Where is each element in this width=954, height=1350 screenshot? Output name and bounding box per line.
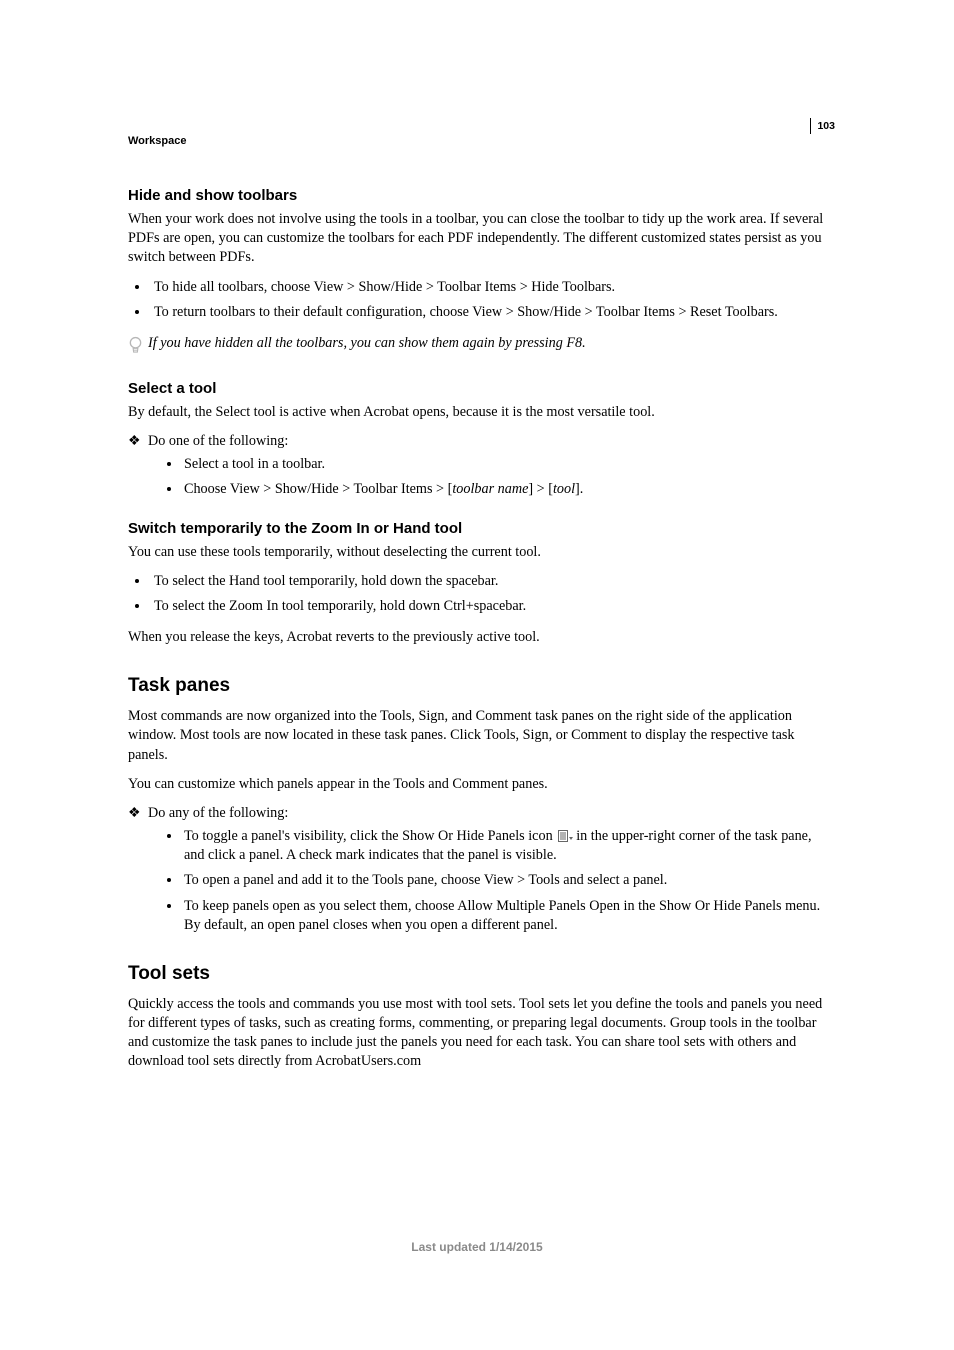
paragraph: When your work does not involve using th…	[128, 210, 829, 268]
list-item: Choose View > Show/Hide > Toolbar Items …	[182, 480, 829, 499]
list-item: To select the Zoom In tool temporarily, …	[150, 597, 829, 616]
list-item: To toggle a panel's visibility, click th…	[182, 827, 829, 865]
section-label: Workspace	[128, 135, 829, 147]
paragraph: By default, the Select tool is active wh…	[128, 403, 829, 422]
bullet-list: To hide all toolbars, choose View > Show…	[128, 278, 829, 322]
step-lead: ❖ Do one of the following:	[128, 432, 829, 451]
tip-row: If you have hidden all the toolbars, you…	[128, 334, 829, 360]
paragraph: You can customize which panels appear in…	[128, 775, 829, 794]
list-item: Select a tool in a toolbar.	[182, 455, 829, 474]
heading-switch-temp: Switch temporarily to the Zoom In or Han…	[128, 520, 829, 537]
paragraph: Most commands are now organized into the…	[128, 707, 829, 765]
text-italic: toolbar name	[452, 481, 528, 497]
bullet-list: To select the Hand tool temporarily, hol…	[128, 572, 829, 616]
diamond-bullet-icon: ❖	[128, 804, 148, 823]
text-run: Choose View > Show/Hide > Toolbar Items …	[184, 481, 452, 497]
show-hide-panels-icon	[558, 829, 574, 841]
footer-last-updated: Last updated 1/14/2015	[0, 1240, 954, 1254]
heading-tool-sets: Tool sets	[128, 963, 829, 985]
list-item: To open a panel and add it to the Tools …	[182, 871, 829, 890]
inner-list: Select a tool in a toolbar. Choose View …	[166, 455, 829, 499]
step-lead: ❖ Do any of the following:	[128, 804, 829, 823]
inner-list: To toggle a panel's visibility, click th…	[166, 827, 829, 935]
paragraph: When you release the keys, Acrobat rever…	[128, 628, 829, 647]
document-page: 103 Workspace Hide and show toolbars Whe…	[0, 0, 954, 1350]
text-run: To toggle a panel's visibility, click th…	[184, 828, 556, 844]
tip-text: If you have hidden all the toolbars, you…	[148, 334, 586, 353]
list-item: To return toolbars to their default conf…	[150, 303, 829, 322]
step-lead-text: Do any of the following:	[148, 804, 288, 823]
heading-task-panes: Task panes	[128, 675, 829, 697]
list-item: To select the Hand tool temporarily, hol…	[150, 572, 829, 591]
diamond-bullet-icon: ❖	[128, 432, 148, 451]
page-number: 103	[810, 118, 835, 134]
paragraph: You can use these tools temporarily, wit…	[128, 543, 829, 562]
list-item: To hide all toolbars, choose View > Show…	[150, 278, 829, 297]
heading-hide-show-toolbars: Hide and show toolbars	[128, 187, 829, 204]
paragraph: Quickly access the tools and commands yo…	[128, 995, 829, 1072]
text-italic: tool	[553, 481, 575, 497]
lightbulb-icon	[128, 336, 144, 360]
text-run: ].	[575, 481, 583, 497]
text-run: ] > [	[528, 481, 553, 497]
step-lead-text: Do one of the following:	[148, 432, 288, 451]
heading-select-a-tool: Select a tool	[128, 380, 829, 397]
list-item: To keep panels open as you select them, …	[182, 897, 829, 935]
